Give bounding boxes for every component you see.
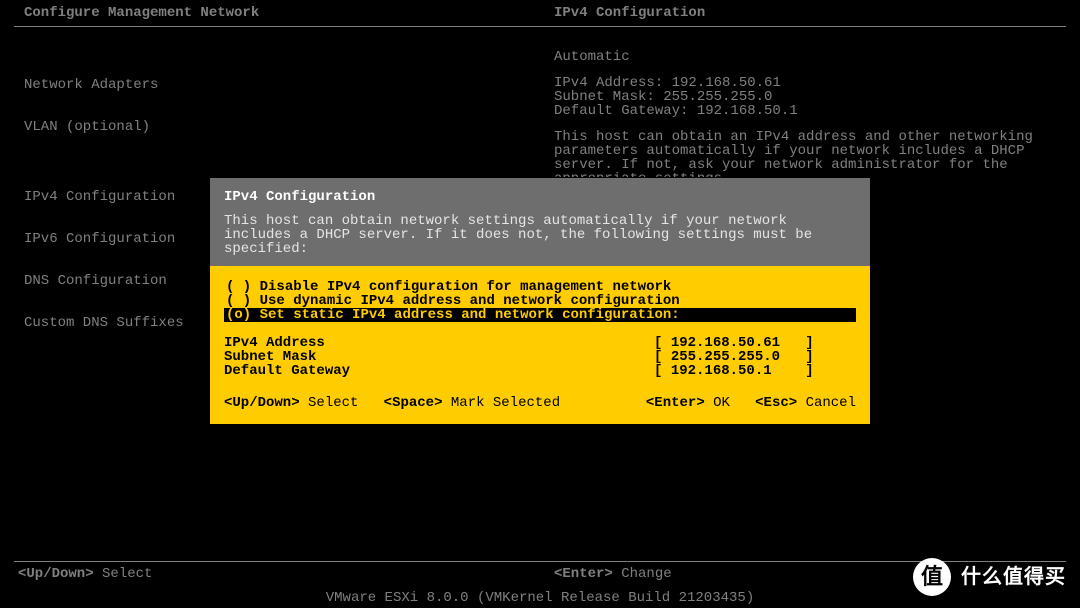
option-static-ipv4[interactable]: (o) Set static IPv4 address and network … [224, 308, 856, 322]
ipv4-address-line: IPv4 Address: 192.168.50.61 [554, 76, 1056, 90]
menu-item-dns-suffixes[interactable]: Custom DNS Suffixes [24, 316, 184, 330]
dcui-screen: Configure Management Network IPv4 Config… [0, 0, 1080, 608]
field-default-gateway[interactable]: Default Gateway [ 192.168.50.1 ] [224, 364, 856, 378]
config-menu[interactable]: Network Adapters VLAN (optional) IPv4 Co… [24, 50, 184, 358]
menu-item-vlan[interactable]: VLAN (optional) [24, 120, 184, 134]
dialog-title: IPv4 Configuration [224, 190, 856, 204]
field-subnet-mask[interactable]: Subnet Mask [ 255.255.255.0 ] [224, 350, 856, 364]
dialog-footer: <Up/Down> Select <Space> Mark Selected <… [210, 382, 870, 424]
dialog-hint-left: <Up/Down> Select <Space> Mark Selected [224, 396, 560, 410]
subnet-mask-line: Subnet Mask: 255.255.255.0 [554, 90, 1056, 104]
ipv4-mode: Automatic [554, 50, 1056, 64]
header-left: Configure Management Network [24, 6, 259, 20]
footer-left-hint: <Up/Down> Select [18, 567, 152, 581]
field-subnet-mask-value[interactable]: [ 255.255.255.0 ] [654, 350, 814, 364]
footer-updown-key: <Up/Down> [18, 566, 94, 582]
footer-enter-key: <Enter> [554, 566, 613, 582]
footer-enter-hint: Change [621, 566, 671, 582]
footer-divider [14, 561, 1066, 562]
field-ipv4-address[interactable]: IPv4 Address [ 192.168.50.61 ] [224, 336, 856, 350]
dialog-description: This host can obtain network settings au… [224, 214, 856, 256]
dialog-body: ( ) Disable IPv4 configuration for manag… [210, 266, 870, 382]
dialog-hint-right: <Enter> OK <Esc> Cancel [646, 396, 856, 410]
footer-right-hint: <Enter> Change [554, 567, 672, 581]
menu-item-network-adapters[interactable]: Network Adapters [24, 78, 184, 92]
header-divider [14, 26, 1066, 27]
option-dynamic-ipv4[interactable]: ( ) Use dynamic IPv4 address and network… [224, 294, 856, 308]
info-panel: Automatic IPv4 Address: 192.168.50.61 Su… [554, 50, 1056, 186]
ipv4-config-dialog: IPv4 Configuration This host can obtain … [210, 178, 870, 424]
menu-item-ipv4[interactable]: IPv4 Configuration [24, 190, 184, 204]
watermark-text: 什么值得买 [961, 567, 1066, 587]
static-fields: IPv4 Address [ 192.168.50.61 ] Subnet Ma… [224, 336, 856, 378]
default-gateway-line: Default Gateway: 192.168.50.1 [554, 104, 1056, 118]
header-right: IPv4 Configuration [554, 6, 705, 20]
field-ipv4-address-value[interactable]: [ 192.168.50.61 ] [654, 336, 814, 350]
field-default-gateway-value[interactable]: [ 192.168.50.1 ] [654, 364, 814, 378]
option-disable-ipv4[interactable]: ( ) Disable IPv4 configuration for manag… [224, 280, 856, 294]
dialog-header: IPv4 Configuration This host can obtain … [210, 178, 870, 266]
watermark: 值 什么值得买 [913, 558, 1066, 596]
menu-item-ipv6[interactable]: IPv6 Configuration [24, 232, 184, 246]
watermark-badge-icon: 值 [913, 558, 951, 596]
menu-item-dns[interactable]: DNS Configuration [24, 274, 184, 288]
